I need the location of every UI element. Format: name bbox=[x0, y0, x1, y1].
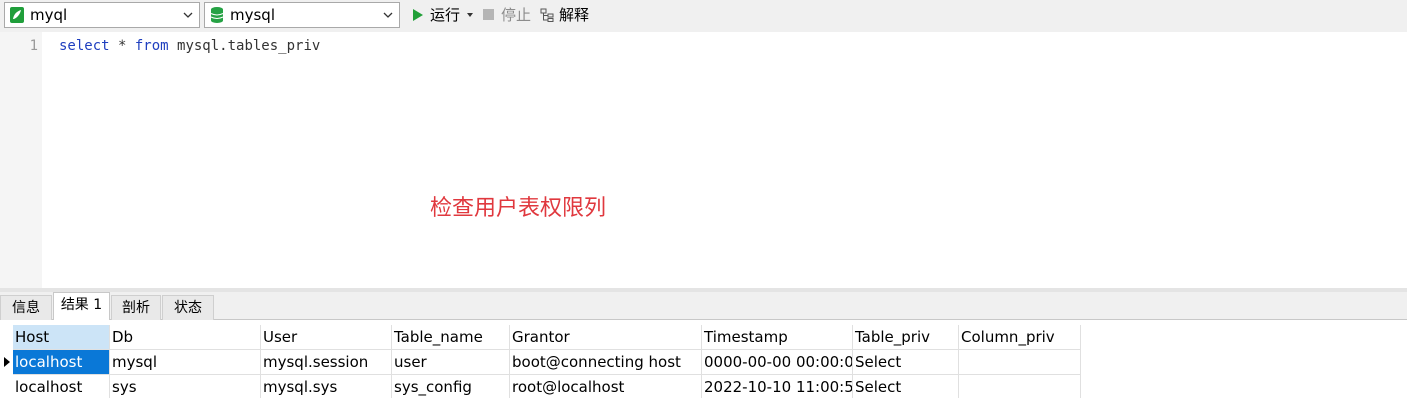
explain-label: 解释 bbox=[559, 6, 590, 24]
table-cell[interactable]: Select bbox=[853, 375, 959, 398]
table-cell[interactable]: localhost bbox=[13, 350, 110, 375]
tab-info[interactable]: 信息 bbox=[0, 295, 52, 320]
connection-icon bbox=[10, 7, 24, 23]
connection-select[interactable]: myql bbox=[4, 2, 200, 28]
column-header-host[interactable]: Host bbox=[13, 325, 110, 350]
line-number-gutter: 1 bbox=[0, 32, 42, 288]
database-select[interactable]: mysql bbox=[204, 2, 400, 28]
table-cell[interactable]: root@localhost bbox=[510, 375, 702, 398]
explain-button[interactable]: 解释 bbox=[540, 5, 594, 25]
results-grid: Host Db User Table_name Grantor Timestam… bbox=[0, 320, 1407, 398]
tab-profile[interactable]: 剖析 bbox=[111, 295, 161, 320]
play-icon bbox=[413, 9, 423, 21]
column-header-table-priv[interactable]: Table_priv bbox=[853, 325, 959, 350]
table-cell[interactable]: mysql.session bbox=[261, 350, 392, 375]
chevron-down-icon[interactable] bbox=[183, 11, 193, 19]
stop-button[interactable]: 停止 bbox=[482, 5, 534, 25]
sql-keyword-from: from bbox=[134, 38, 169, 54]
sql-code-line[interactable]: select * from mysql.tables_priv bbox=[59, 37, 320, 55]
sql-keyword-select: select bbox=[59, 38, 110, 54]
table-cell[interactable]: sys bbox=[110, 375, 261, 398]
column-header-timestamp[interactable]: Timestamp bbox=[702, 325, 853, 350]
table-cell[interactable]: mysql.sys bbox=[261, 375, 392, 398]
table-cell[interactable]: boot@connecting host bbox=[510, 350, 702, 375]
sql-table-name: mysql.tables_priv bbox=[168, 38, 321, 54]
table-cell[interactable]: localhost bbox=[13, 375, 110, 398]
table-cell[interactable]: mysql bbox=[110, 350, 261, 375]
run-button[interactable]: 运行 bbox=[411, 5, 475, 25]
result-tabs: 信息 结果 1 剖析 状态 bbox=[0, 292, 1407, 321]
table-cell[interactable] bbox=[959, 350, 1081, 375]
column-header-column-priv[interactable]: Column_priv bbox=[959, 325, 1081, 350]
line-number: 1 bbox=[29, 38, 38, 54]
table-cell[interactable] bbox=[959, 375, 1081, 398]
database-value: mysql bbox=[230, 6, 275, 24]
toolbar: myql mysql 运行 停止 解释 bbox=[0, 0, 1407, 30]
chevron-down-icon[interactable] bbox=[383, 11, 393, 19]
column-header-db[interactable]: Db bbox=[110, 325, 261, 350]
current-row-indicator-icon bbox=[4, 357, 10, 367]
tab-result-1[interactable]: 结果 1 bbox=[53, 292, 110, 321]
sql-editor[interactable]: 1 select * from mysql.tables_priv 检查用户表权… bbox=[0, 32, 1407, 288]
connection-value: myql bbox=[30, 6, 68, 24]
table-cell[interactable]: 0000-00-00 00:00:00 bbox=[702, 350, 853, 375]
caret-down-icon[interactable] bbox=[467, 13, 473, 17]
table-cell[interactable]: sys_config bbox=[392, 375, 510, 398]
database-icon bbox=[210, 7, 224, 23]
annotation-text: 检查用户表权限列 bbox=[430, 196, 607, 221]
table-cell[interactable]: Select bbox=[853, 350, 959, 375]
column-header-table-name[interactable]: Table_name bbox=[392, 325, 510, 350]
table-cell[interactable]: user bbox=[392, 350, 510, 375]
stop-icon bbox=[483, 9, 494, 20]
explain-icon bbox=[540, 8, 554, 22]
stop-label: 停止 bbox=[501, 6, 532, 24]
sql-text: * bbox=[109, 38, 135, 54]
tab-status[interactable]: 状态 bbox=[162, 295, 214, 320]
run-label: 运行 bbox=[430, 6, 461, 24]
column-header-grantor[interactable]: Grantor bbox=[510, 325, 702, 350]
column-header-user[interactable]: User bbox=[261, 325, 392, 350]
table-cell[interactable]: 2022-10-10 11:00:59 bbox=[702, 375, 853, 398]
